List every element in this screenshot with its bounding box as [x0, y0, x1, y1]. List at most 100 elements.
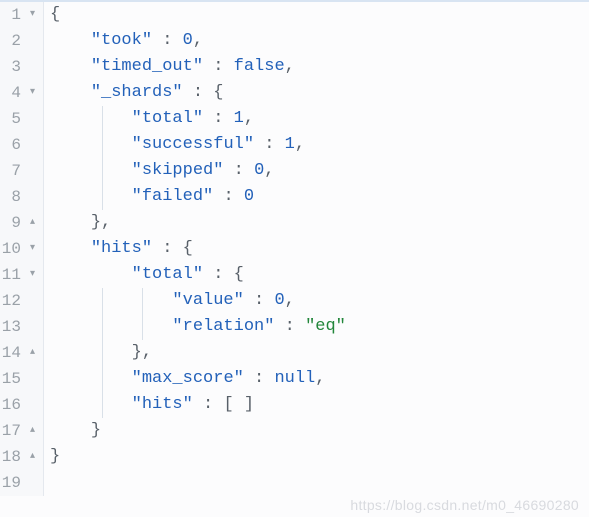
code-content[interactable]: } — [44, 444, 60, 470]
line-number: 12 — [2, 288, 21, 314]
json-punct: , — [264, 161, 274, 180]
gutter: 13 — [0, 314, 44, 340]
whitespace — [50, 343, 132, 362]
json-punct: : { — [203, 265, 244, 284]
line-number: 16 — [2, 392, 21, 418]
line-number: 5 — [11, 106, 21, 132]
indent-guide — [102, 132, 103, 158]
code-content[interactable]: }, — [44, 340, 152, 366]
line-number: 19 — [2, 470, 21, 496]
code-line[interactable]: 13 "relation" : "eq" — [0, 314, 589, 340]
code-line[interactable]: 3 "timed_out" : false, — [0, 54, 589, 80]
code-line[interactable]: 4▾ "_shards" : { — [0, 80, 589, 106]
json-punct: }, — [91, 213, 111, 232]
line-number: 18 — [2, 444, 21, 470]
json-punct: : — [203, 57, 234, 76]
line-number: 1 — [11, 2, 21, 28]
json-punct: , — [244, 109, 254, 128]
fold-close-icon[interactable]: ▴ — [25, 452, 35, 462]
code-editor[interactable]: 1▾{2 "took" : 0,3 "timed_out" : false,4▾… — [0, 2, 589, 496]
whitespace — [50, 369, 132, 388]
indent-guide — [102, 392, 103, 418]
gutter: 17▴ — [0, 418, 44, 444]
json-key: "value" — [172, 291, 243, 310]
json-punct: : { — [152, 239, 193, 258]
fold-close-icon[interactable]: ▴ — [25, 426, 35, 436]
code-line[interactable]: 12 "value" : 0, — [0, 288, 589, 314]
code-line[interactable]: 16 "hits" : [ ] — [0, 392, 589, 418]
code-content[interactable]: "took" : 0, — [44, 28, 203, 54]
code-content[interactable]: "total" : { — [44, 262, 244, 288]
fold-close-icon[interactable]: ▴ — [25, 348, 35, 358]
code-content[interactable]: }, — [44, 210, 111, 236]
code-content[interactable]: "relation" : "eq" — [44, 314, 346, 340]
gutter: 9▴ — [0, 210, 44, 236]
indent-guide — [102, 340, 103, 366]
code-line[interactable]: 10▾ "hits" : { — [0, 236, 589, 262]
code-line[interactable]: 17▴ } — [0, 418, 589, 444]
code-content[interactable]: "hits" : { — [44, 236, 193, 262]
indent-guide — [102, 314, 103, 340]
json-punct: } — [50, 447, 60, 466]
code-content[interactable]: "timed_out" : false, — [44, 54, 295, 80]
gutter: 10▾ — [0, 236, 44, 262]
json-number: 0 — [244, 187, 254, 206]
code-line[interactable]: 11▾ "total" : { — [0, 262, 589, 288]
code-line[interactable]: 6 "successful" : 1, — [0, 132, 589, 158]
json-punct: : — [254, 135, 285, 154]
code-content[interactable]: "skipped" : 0, — [44, 158, 274, 184]
code-content[interactable]: "successful" : 1, — [44, 132, 305, 158]
line-number: 15 — [2, 366, 21, 392]
json-punct: , — [285, 57, 295, 76]
fold-open-icon[interactable]: ▾ — [25, 10, 35, 20]
fold-close-icon[interactable]: ▴ — [25, 218, 35, 228]
whitespace — [50, 213, 91, 232]
indent-guide — [102, 288, 103, 314]
code-line[interactable]: 5 "total" : 1, — [0, 106, 589, 132]
indent-guide — [102, 184, 103, 210]
whitespace — [50, 421, 91, 440]
fold-open-icon[interactable]: ▾ — [25, 88, 35, 98]
line-number: 4 — [11, 80, 21, 106]
code-content[interactable]: } — [44, 418, 101, 444]
code-content[interactable]: "_shards" : { — [44, 80, 223, 106]
gutter: 4▾ — [0, 80, 44, 106]
fold-open-icon[interactable]: ▾ — [25, 244, 35, 254]
code-content[interactable]: "total" : 1, — [44, 106, 254, 132]
indent-guide — [142, 314, 143, 340]
whitespace — [50, 265, 132, 284]
code-line[interactable]: 1 ▾ { — [0, 2, 589, 28]
code-content[interactable]: "failed" : 0 — [44, 184, 254, 210]
gutter: 7 — [0, 158, 44, 184]
line-number: 14 — [2, 340, 21, 366]
code-content[interactable]: "max_score" : null, — [44, 366, 325, 392]
code-line[interactable]: 9▴ }, — [0, 210, 589, 236]
json-keyword: false — [234, 57, 285, 76]
fold-open-icon[interactable]: ▾ — [25, 270, 35, 280]
code-line[interactable]: 7 "skipped" : 0, — [0, 158, 589, 184]
json-number: 1 — [285, 135, 295, 154]
code-content[interactable]: { — [44, 2, 60, 28]
code-line[interactable]: 2 "took" : 0, — [0, 28, 589, 54]
code-content[interactable]: "value" : 0, — [44, 288, 295, 314]
json-punct: : — [274, 317, 305, 336]
json-punct: { — [50, 5, 60, 24]
code-line[interactable]: 14 ▴ }, — [0, 340, 589, 366]
code-line[interactable]: 8 "failed" : 0 — [0, 184, 589, 210]
json-key: "total" — [132, 265, 203, 284]
gutter: 6 — [0, 132, 44, 158]
json-punct: : — [244, 291, 275, 310]
whitespace — [50, 161, 132, 180]
whitespace — [50, 291, 172, 310]
code-content[interactable]: "hits" : [ ] — [44, 392, 254, 418]
code-line[interactable]: 15 "max_score" : null, — [0, 366, 589, 392]
gutter: 15 — [0, 366, 44, 392]
indent-guide — [142, 288, 143, 314]
code-line[interactable]: 19 — [0, 470, 589, 496]
whitespace — [50, 395, 132, 414]
whitespace — [50, 135, 132, 154]
code-line[interactable]: 18 ▴} — [0, 444, 589, 470]
json-number: 0 — [254, 161, 264, 180]
json-number: 1 — [234, 109, 244, 128]
json-key: "successful" — [132, 135, 254, 154]
